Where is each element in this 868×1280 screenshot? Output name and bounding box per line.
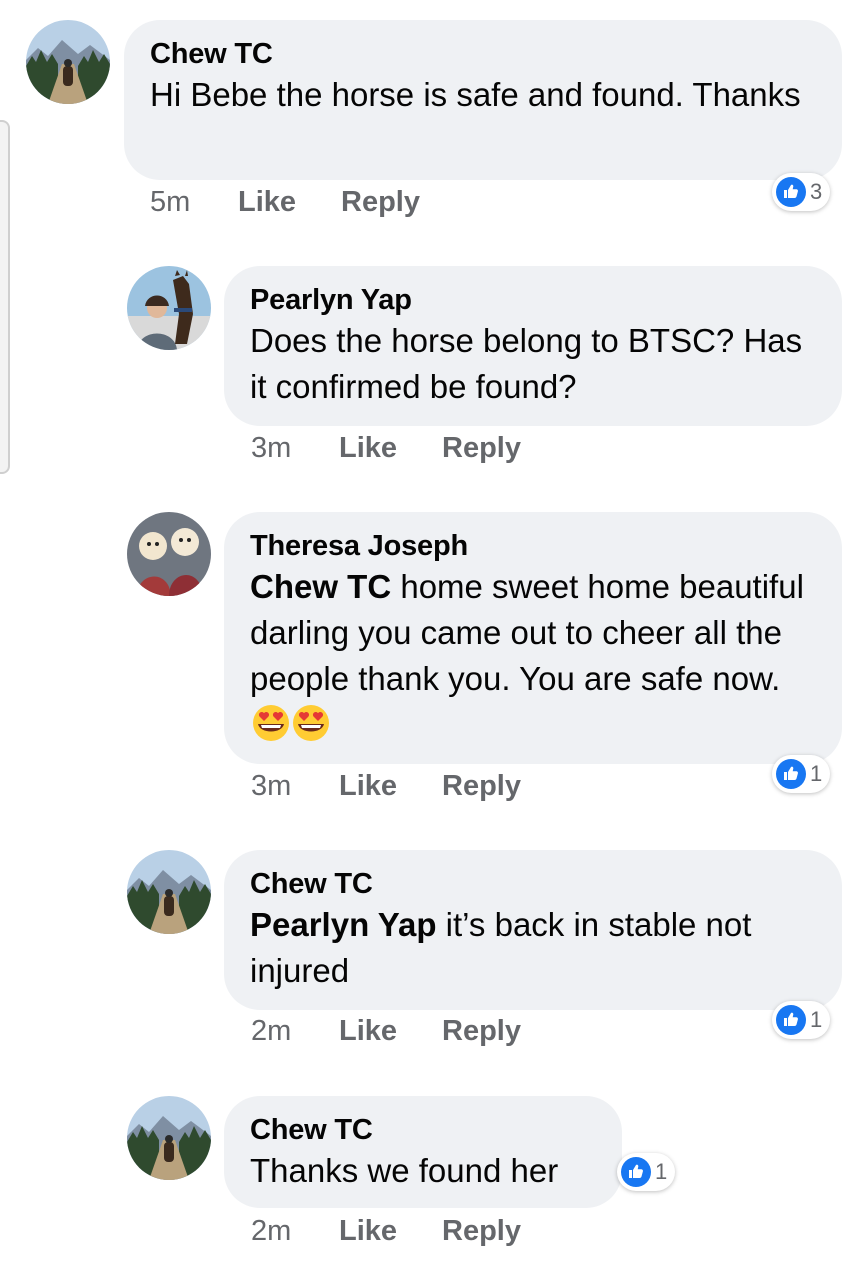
comment-meta: 5m Like Reply: [150, 186, 420, 219]
comment-time[interactable]: 3m: [251, 770, 339, 803]
comment-time[interactable]: 3m: [251, 432, 339, 465]
horse-rider-avatar-icon: [127, 1096, 211, 1180]
reply-button[interactable]: Reply: [341, 186, 420, 219]
comment-time[interactable]: 2m: [251, 1215, 339, 1248]
heart-eyes-emoji-icon: [293, 705, 329, 741]
reply-button[interactable]: Reply: [442, 432, 521, 465]
comment-text-body: Hi Bebe the horse is safe and found. Tha…: [150, 76, 801, 113]
avatar[interactable]: [127, 266, 211, 350]
like-button[interactable]: Like: [339, 432, 442, 465]
comment-bubble: Chew TC Thanks we found her: [224, 1096, 622, 1208]
horse-rider-avatar-icon: [26, 20, 110, 104]
like-button[interactable]: Like: [339, 770, 442, 803]
like-button[interactable]: Like: [238, 186, 341, 219]
comment-time[interactable]: 5m: [150, 186, 238, 219]
like-thumb-icon: [621, 1157, 651, 1187]
reaction-count-badge[interactable]: 1: [617, 1153, 676, 1191]
avatar[interactable]: [127, 850, 211, 934]
avatar[interactable]: [26, 20, 110, 104]
comment-text: Pearlyn Yap it’s back in stable not inju…: [250, 902, 816, 994]
avatar[interactable]: [127, 512, 211, 596]
like-button[interactable]: Like: [339, 1215, 442, 1248]
reaction-count: 1: [655, 1159, 668, 1184]
comment-text: Does the horse belong to BTSC? Has it co…: [250, 318, 816, 410]
comment-author[interactable]: Pearlyn Yap: [250, 282, 816, 318]
comment-author[interactable]: Chew TC: [150, 36, 816, 72]
mention-link[interactable]: Pearlyn Yap: [250, 906, 437, 943]
horse-rider-avatar-icon: [127, 850, 211, 934]
two-dogs-avatar-icon: [127, 512, 211, 596]
reaction-count-badge[interactable]: 1: [772, 755, 831, 793]
heart-eyes-emoji-icon: [253, 705, 289, 741]
comment-text: Hi Bebe the horse is safe and found. Tha…: [150, 72, 816, 118]
comment-meta: 3m Like Reply: [251, 432, 521, 465]
comment-author[interactable]: Chew TC: [250, 866, 816, 902]
reaction-count-badge[interactable]: 3: [772, 173, 831, 211]
comment-bubble: Theresa Joseph Chew TC home sweet home b…: [224, 512, 842, 764]
comment-author[interactable]: Theresa Joseph: [250, 528, 816, 564]
reaction-count: 3: [810, 179, 823, 204]
like-thumb-icon: [776, 1005, 806, 1035]
comment-text-body: Does the horse belong to BTSC? Has it co…: [250, 322, 803, 405]
reaction-count: 1: [810, 761, 823, 786]
reply-button[interactable]: Reply: [442, 770, 521, 803]
reaction-count: 1: [810, 1007, 823, 1032]
like-thumb-icon: [776, 177, 806, 207]
comment-meta: 2m Like Reply: [251, 1215, 521, 1248]
comment-meta: 2m Like Reply: [251, 1015, 521, 1048]
avatar[interactable]: [127, 1096, 211, 1180]
comment-author[interactable]: Chew TC: [250, 1112, 596, 1148]
reply-button[interactable]: Reply: [442, 1015, 521, 1048]
reply-button[interactable]: Reply: [442, 1215, 521, 1248]
like-button[interactable]: Like: [339, 1015, 442, 1048]
woman-with-horse-avatar-icon: [127, 266, 211, 350]
comment-bubble: Chew TC Pearlyn Yap it’s back in stable …: [224, 850, 842, 1010]
reaction-count-badge[interactable]: 1: [772, 1001, 831, 1039]
mention-link[interactable]: Chew TC: [250, 568, 391, 605]
comment-text: Chew TC home sweet home beautiful darlin…: [250, 564, 816, 748]
comment-meta: 3m Like Reply: [251, 770, 521, 803]
comment-text-body: Thanks we found her: [250, 1152, 559, 1189]
side-scroll-handle[interactable]: [0, 120, 10, 474]
comment-time[interactable]: 2m: [251, 1015, 339, 1048]
comment-bubble: Pearlyn Yap Does the horse belong to BTS…: [224, 266, 842, 426]
like-thumb-icon: [776, 759, 806, 789]
comment-bubble: Chew TC Hi Bebe the horse is safe and fo…: [124, 20, 842, 180]
comment-text: Thanks we found her: [250, 1148, 596, 1194]
